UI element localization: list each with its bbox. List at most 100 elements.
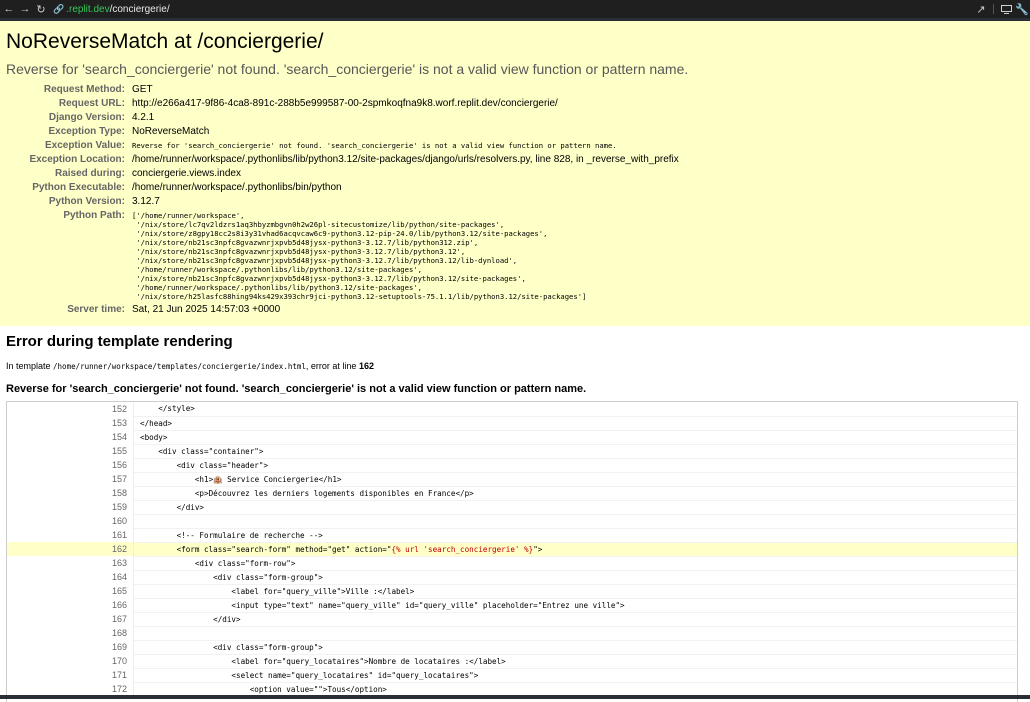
line-number: 152	[7, 402, 134, 416]
request-meta-table: Request Method: GET Request URL: http://e26…	[0, 83, 679, 317]
source-line-error: 162 <form class="search-form" method="ge…	[7, 542, 1017, 557]
line-code: <div class="header">	[133, 458, 1017, 473]
line-code: <h1>🏨 Service Conciergerie</h1>	[133, 472, 1017, 487]
line-code: <p>Découvrez les derniers logements disp…	[133, 486, 1017, 501]
template-error-heading: Error during template rendering	[6, 333, 233, 350]
meta-value: GET	[132, 84, 153, 95]
line-code: <option value="">Tous</option>	[133, 682, 1017, 697]
line-code: </style>	[133, 402, 1017, 417]
meta-value: Sat, 21 Jun 2025 14:57:03 +0000	[132, 304, 281, 315]
meta-label: Exception Value:	[44, 140, 125, 151]
line-number: 154	[7, 430, 134, 444]
server-time-row: Server time: Sat, 21 Jun 2025 14:57:03 +…	[0, 301, 679, 317]
source-line: 167 </div>	[7, 612, 1017, 627]
toolbar-divider	[993, 4, 994, 14]
line-number: 171	[7, 668, 134, 682]
line-number: 169	[7, 640, 134, 654]
meta-label: Python Executable:	[32, 182, 125, 193]
line-number: 153	[7, 416, 134, 430]
line-code: <select name="query_locataires" id="quer…	[133, 668, 1017, 683]
source-line: 156 <div class="header">	[7, 458, 1017, 473]
line-number: 156	[7, 458, 134, 472]
line-code: </head>	[133, 416, 1017, 431]
line-code: <input type="text" name="query_ville" id…	[133, 598, 1017, 613]
line-code: <form class="search-form" method="get" a…	[133, 542, 1017, 557]
line-code	[133, 514, 1017, 529]
template-error-section: Error during template rendering In templ…	[0, 326, 1030, 702]
meta-row: Python Version: 3.12.7	[0, 195, 679, 209]
meta-value: 4.2.1	[132, 112, 155, 123]
line-number: 166	[7, 598, 134, 612]
code-before: <form class="search-form" method="get" a…	[140, 544, 392, 554]
source-line: 171 <select name="query_locataires" id="…	[7, 668, 1017, 683]
in-template-prefix: In template	[6, 361, 54, 371]
reverse-error-message: Reverse for 'search_conciergerie' not fo…	[6, 383, 587, 395]
meta-label: Python Version:	[48, 196, 125, 207]
line-number: 164	[7, 570, 134, 584]
python-path-row: Python Path: ['/home/runner/workspace', …	[0, 209, 679, 301]
line-code: <!-- Formulaire de recherche -->	[133, 528, 1017, 543]
meta-row: Exception Location: /home/runner/workspac…	[0, 153, 679, 167]
meta-label: Exception Location:	[29, 154, 125, 165]
meta-label: Python Path:	[63, 210, 125, 221]
reload-icon[interactable]: ↻	[33, 0, 49, 18]
meta-row: Python Executable: /home/runner/workspace…	[0, 181, 679, 195]
meta-value: Reverse for 'search_conciergerie' not fo…	[132, 141, 617, 150]
meta-label: Request Method:	[43, 84, 125, 95]
line-number: 168	[7, 626, 134, 640]
bottom-scroll-strip	[0, 695, 1030, 699]
template-path: /home/runner/workspace/templates/concier…	[53, 362, 306, 371]
source-line: 154 <body>	[7, 430, 1017, 445]
source-line: 168	[7, 626, 1017, 641]
line-code	[133, 626, 1017, 641]
line-number: 167	[7, 612, 134, 626]
meta-label: Exception Type:	[48, 126, 126, 137]
source-code-box: 152 </style> 153 </head> 154 <body> 155 <div …	[6, 401, 1018, 702]
line-code: <label for="query_locataires">Nombre de …	[133, 654, 1017, 669]
line-code: <label for="query_ville">Ville :</label>	[133, 584, 1017, 599]
source-line: 166 <input type="text" name="query_ville…	[7, 598, 1017, 613]
meta-value: /home/runner/workspace/.pythonlibs/lib/p…	[132, 154, 679, 165]
source-line: 170 <label for="query_locataires">Nombre…	[7, 654, 1017, 669]
source-line: 165 <label for="query_ville">Ville :</la…	[7, 584, 1017, 599]
meta-label: Server time:	[67, 304, 125, 315]
line-number: 172	[7, 682, 134, 696]
line-code: <div class="container">	[133, 444, 1017, 459]
meta-value: conciergerie.views.index	[132, 168, 241, 179]
meta-row: Django Version: 4.2.1	[0, 111, 679, 125]
meta-label: Django Version:	[48, 112, 125, 123]
error-title: NoReverseMatch at /conciergerie/	[6, 30, 324, 53]
meta-value: http://e266a417-9f86-4ca8-891c-288b5e999…	[132, 98, 558, 109]
source-line: 159 </div>	[7, 500, 1017, 515]
meta-value: 3.12.7	[132, 196, 160, 207]
link-icon: 🔗	[53, 3, 65, 14]
code-after: ">	[533, 544, 543, 554]
forward-arrow-icon[interactable]: →	[17, 0, 33, 18]
devices-icon[interactable]	[998, 0, 1014, 18]
source-line: 152 </style>	[7, 402, 1017, 417]
url-path: /conciergerie/	[109, 3, 170, 15]
url-host: .replit.dev	[66, 3, 110, 15]
line-number: 162	[7, 542, 134, 556]
line-number: 170	[7, 654, 134, 668]
meta-value: NoReverseMatch	[132, 126, 210, 137]
line-code: <body>	[133, 430, 1017, 445]
source-line: 153 </head>	[7, 416, 1017, 431]
python-path-value: ['/home/runner/workspace', '/nix/store/l…	[132, 211, 587, 301]
line-code: </div>	[133, 500, 1017, 515]
address-bar[interactable]: 🔗 .replit.dev/conciergerie/	[53, 0, 170, 18]
line-number: 159	[7, 500, 134, 514]
meta-row: Raised during: conciergerie.views.index	[0, 167, 679, 181]
line-code: <div class="form-row">	[133, 556, 1017, 571]
line-code: <div class="form-group">	[133, 570, 1017, 585]
meta-row: Request Method: GET	[0, 83, 679, 97]
meta-label: Raised during:	[54, 168, 125, 179]
meta-label: Request URL:	[58, 98, 125, 109]
open-external-icon[interactable]: ↗	[973, 0, 989, 18]
back-arrow-icon[interactable]: ←	[1, 0, 17, 18]
error-summary: NoReverseMatch at /conciergerie/ Reverse…	[0, 21, 1030, 327]
source-line: 169 <div class="form-group">	[7, 640, 1017, 655]
wrench-icon[interactable]: 🔧	[1014, 0, 1030, 18]
template-location: In template /home/runner/workspace/templ…	[6, 361, 374, 371]
exception-value-heading: Reverse for 'search_conciergerie' not fo…	[6, 61, 689, 77]
